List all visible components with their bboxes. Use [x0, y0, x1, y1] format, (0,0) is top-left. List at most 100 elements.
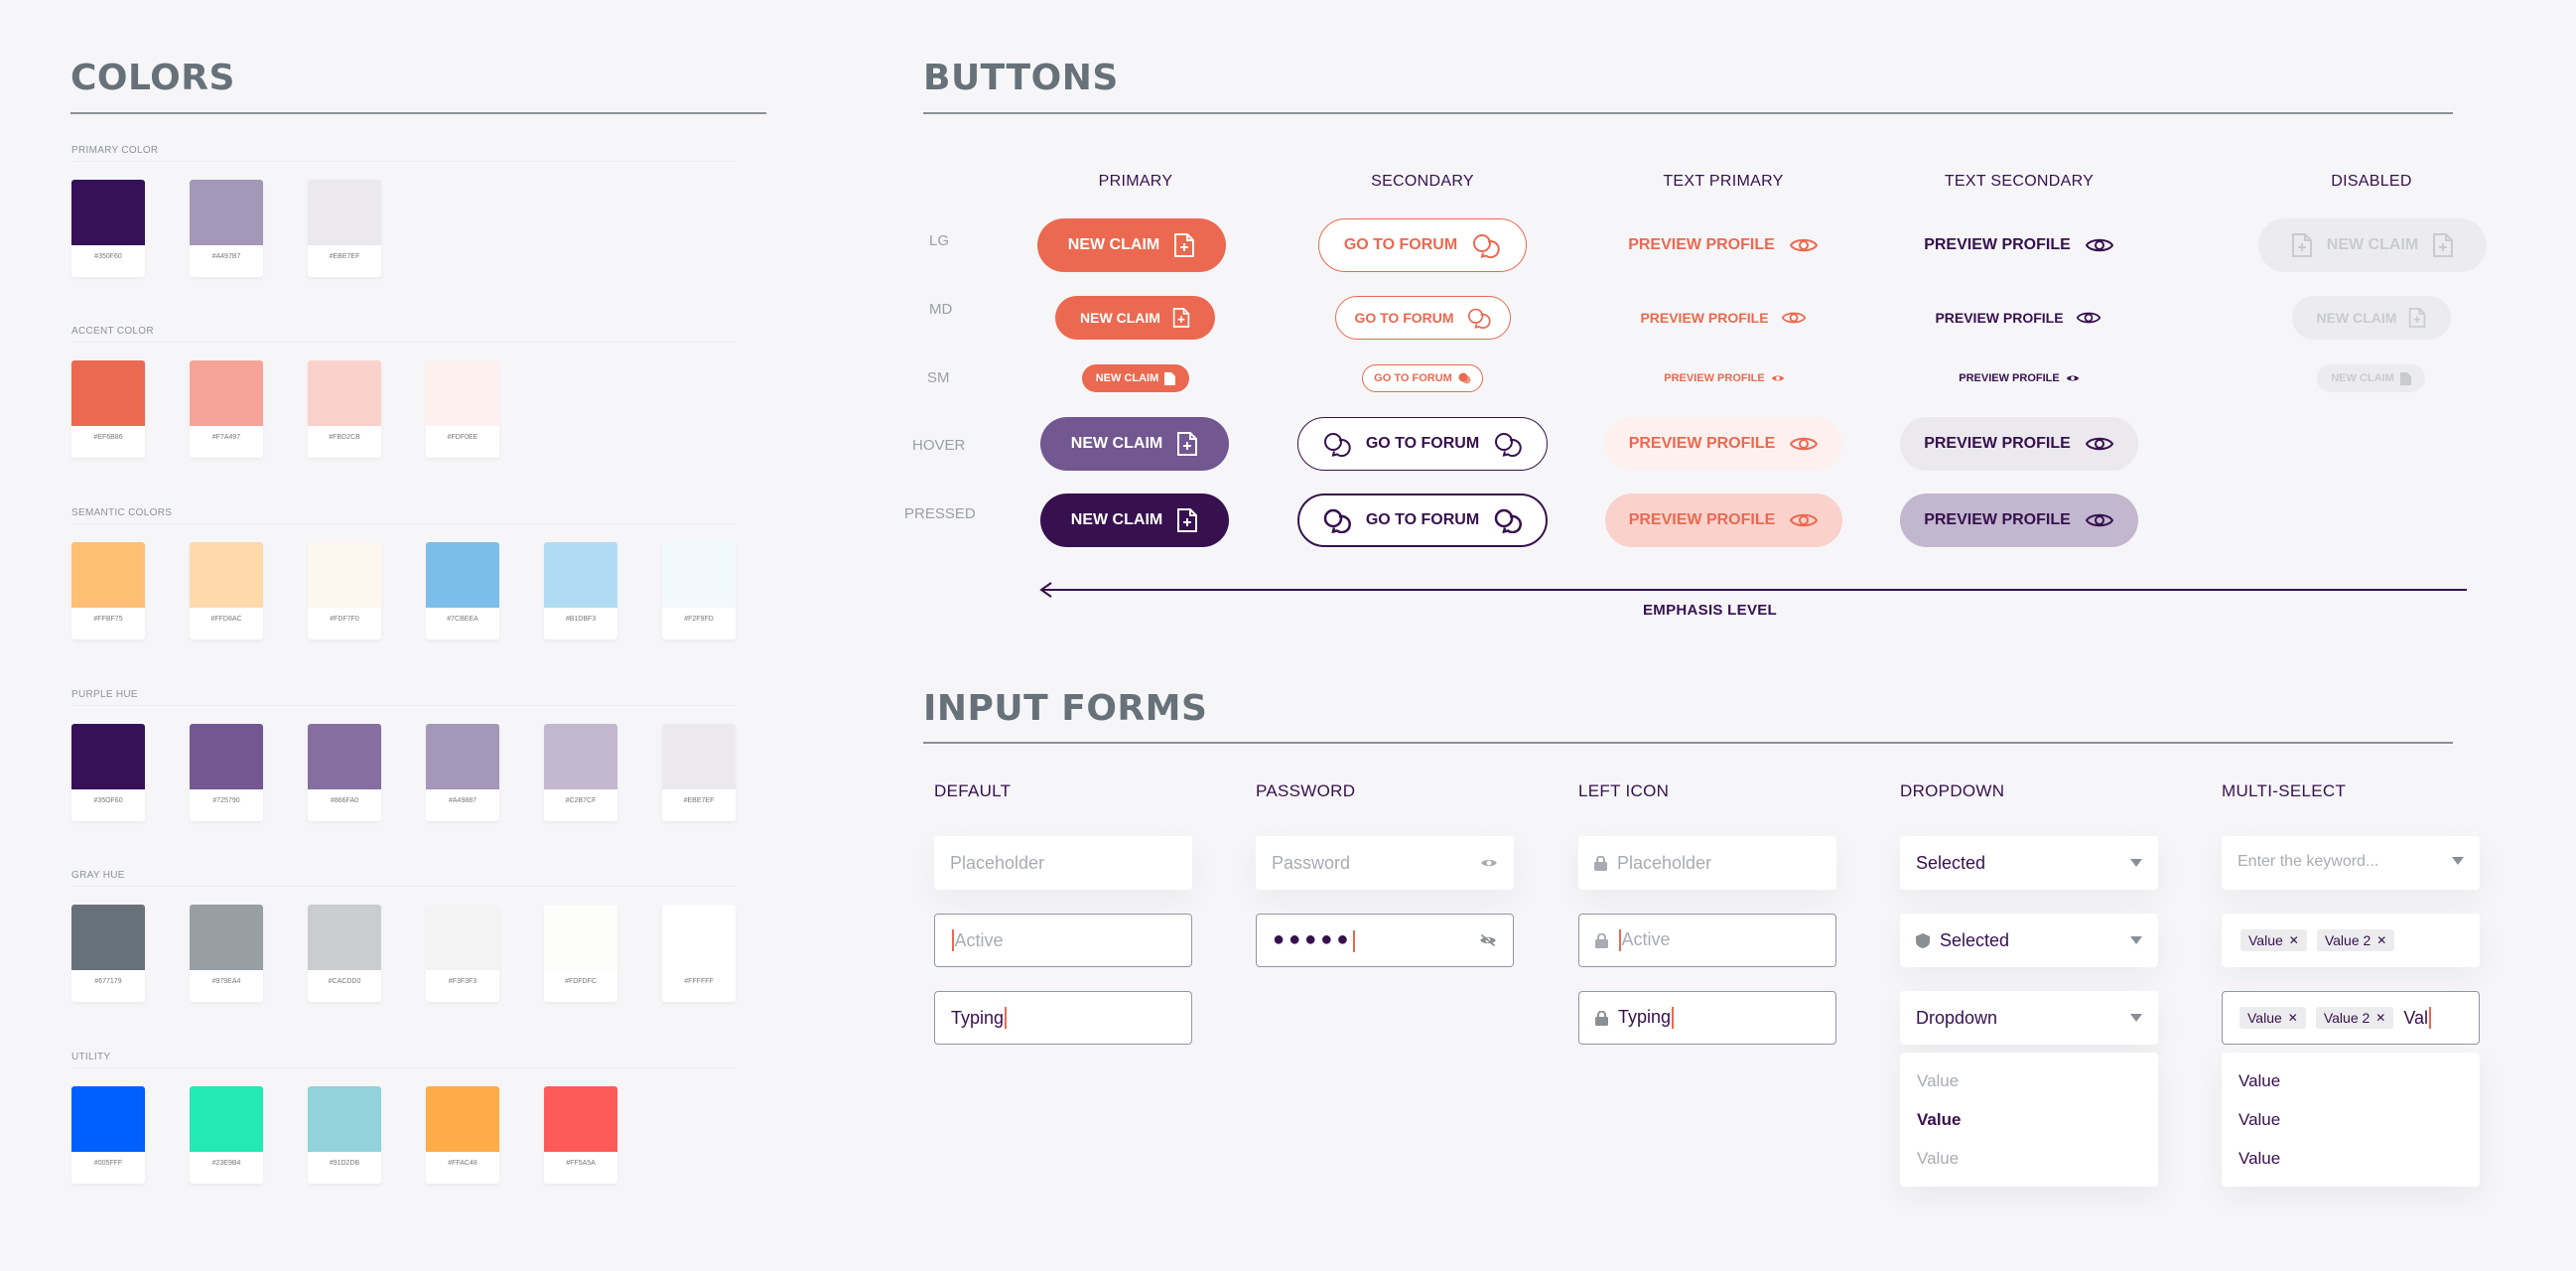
preview-profile-text-secondary-sm[interactable]: PREVIEW PROFILE — [1950, 364, 2089, 392]
placeholder-text: Active — [954, 929, 1004, 950]
left-icon-input-active[interactable]: Active — [1578, 914, 1836, 967]
close-icon[interactable]: ✕ — [2288, 1011, 2298, 1025]
preview-profile-text-primary-md[interactable]: PREVIEW PROFILE — [1628, 296, 1819, 340]
dropdown-selected[interactable]: Selected — [1900, 836, 2158, 890]
preview-profile-text-secondary-md[interactable]: PREVIEW PROFILE — [1923, 296, 2113, 340]
lock-icon — [1595, 1010, 1608, 1026]
close-icon[interactable]: ✕ — [2289, 933, 2299, 947]
form-head-password: PASSWORD — [1256, 781, 1356, 800]
preview-profile-text-primary-hover[interactable]: PREVIEW PROFILE — [1605, 417, 1842, 471]
password-input-empty[interactable]: Password — [1256, 836, 1514, 890]
dropdown-value: Dropdown — [1916, 1007, 1998, 1028]
color-group-label: GRAY HUE — [71, 870, 125, 881]
eye-icon[interactable] — [1480, 857, 1498, 869]
close-icon[interactable]: ✕ — [2375, 1011, 2385, 1025]
default-input-typing[interactable]: Typing — [934, 991, 1192, 1045]
new-claim-button-hover[interactable]: NEW CLAIM — [1040, 417, 1229, 471]
eye-icon — [1781, 312, 1806, 324]
chat-bubbles-icon — [1467, 308, 1491, 329]
text-caret — [952, 929, 954, 951]
new-claim-button-lg[interactable]: NEW CLAIM — [1037, 218, 1226, 272]
color-hex-label: #FDF0EE — [447, 434, 478, 441]
value-chip[interactable]: Value 2 ✕ — [2315, 1007, 2394, 1029]
color-hex-label: #F2F9FD — [684, 616, 714, 623]
color-chip — [662, 542, 736, 608]
preview-profile-text-secondary-lg[interactable]: PREVIEW PROFILE — [1906, 218, 2132, 272]
preview-profile-text-primary-sm[interactable]: PREVIEW PROFILE — [1655, 364, 1794, 392]
placeholder-text: Placeholder — [950, 852, 1045, 873]
default-input-active[interactable]: Active — [934, 914, 1192, 967]
go-to-forum-button-sm[interactable]: GO TO FORUM — [1362, 364, 1483, 392]
color-chip — [426, 542, 499, 608]
go-to-forum-button-lg[interactable]: GO TO FORUM — [1318, 218, 1527, 272]
color-group-label: PRIMARY COLOR — [71, 145, 159, 156]
button-label: GO TO FORUM — [1354, 310, 1454, 326]
color-chip — [426, 905, 499, 970]
emphasis-arrow-line — [1042, 589, 2467, 591]
password-input-filled[interactable]: ●●●●● — [1256, 914, 1514, 967]
color-hex-label: #F7A497 — [211, 434, 241, 441]
button-label: GO TO FORUM — [1343, 236, 1458, 253]
go-to-forum-button-md[interactable]: GO TO FORUM — [1335, 296, 1511, 340]
button-label: PREVIEW PROFILE — [1664, 372, 1765, 384]
multiselect-empty[interactable]: Enter the keyword... — [2222, 836, 2480, 890]
caret-down-icon — [2130, 859, 2142, 867]
close-icon[interactable]: ✕ — [2376, 933, 2386, 947]
color-hex-label: #F3F3F3 — [448, 978, 477, 985]
caret-down-icon — [2130, 936, 2142, 944]
color-swatch: #F2F9FD — [662, 542, 736, 639]
lock-icon — [1595, 932, 1608, 948]
color-swatch: #35OF60 — [71, 724, 145, 821]
value-chip[interactable]: Value ✕ — [2239, 1007, 2306, 1029]
color-chip — [308, 1086, 381, 1152]
value-chip[interactable]: Value ✕ — [2240, 929, 2307, 951]
value-chip[interactable]: Value 2 ✕ — [2316, 929, 2395, 951]
input-value: Val — [2403, 1007, 2429, 1028]
button-label: NEW CLAIM — [2326, 236, 2419, 253]
chat-bubbles-icon — [1495, 433, 1522, 457]
eye-off-icon[interactable] — [1479, 933, 1497, 947]
left-icon-input-empty[interactable]: Placeholder — [1578, 836, 1836, 890]
go-to-forum-button-hover[interactable]: GO TO FORUM — [1297, 417, 1548, 471]
go-to-forum-button-pressed[interactable]: GO TO FORUM — [1297, 494, 1548, 547]
multiselect-option[interactable]: Value — [2222, 1139, 2480, 1178]
preview-profile-text-primary-lg[interactable]: PREVIEW PROFILE — [1610, 218, 1836, 272]
color-chip — [308, 724, 381, 789]
color-chip — [71, 724, 145, 789]
eye-icon — [1789, 238, 1818, 252]
color-chip — [190, 180, 263, 245]
dropdown-option[interactable]: Value — [1900, 1061, 2158, 1100]
dropdown-option[interactable]: Value — [1900, 1100, 2158, 1139]
dropdown-open[interactable]: Dropdown — [1900, 991, 2158, 1045]
color-swatch: #979EA4 — [190, 905, 263, 1002]
color-chip — [308, 360, 381, 426]
new-claim-button-md[interactable]: NEW CLAIM — [1055, 296, 1215, 340]
chip-label: Value — [2248, 932, 2283, 948]
dropdown-value: Selected — [1916, 852, 1986, 873]
placeholder-text: Placeholder — [1617, 852, 1712, 873]
preview-profile-text-primary-pressed[interactable]: PREVIEW PROFILE — [1605, 494, 1842, 547]
multiselect-option[interactable]: Value — [2222, 1061, 2480, 1100]
left-icon-input-typing[interactable]: Typing — [1578, 991, 1836, 1045]
button-label: NEW CLAIM — [1070, 435, 1163, 452]
file-plus-icon — [1174, 233, 1195, 257]
chat-bubbles-icon — [1494, 508, 1523, 533]
preview-profile-text-secondary-hover[interactable]: PREVIEW PROFILE — [1900, 417, 2138, 471]
multiselect-chips[interactable]: Value ✕ Value 2 ✕ — [2222, 914, 2480, 967]
multiselect-option[interactable]: Value — [2222, 1100, 2480, 1139]
new-claim-button-pressed[interactable]: NEW CLAIM — [1040, 494, 1229, 547]
dropdown-selected-icon[interactable]: Selected — [1900, 914, 2158, 967]
col-head-text-secondary: TEXT SECONDARY — [1944, 173, 2095, 190]
default-input-empty[interactable]: Placeholder — [934, 836, 1192, 890]
preview-profile-text-secondary-pressed[interactable]: PREVIEW PROFILE — [1900, 494, 2138, 547]
file-plus-icon — [1172, 308, 1190, 328]
new-claim-button-sm[interactable]: NEW CLAIM — [1082, 364, 1189, 392]
dropdown-option[interactable]: Value — [1900, 1139, 2158, 1178]
row-head-md: MD — [929, 301, 953, 318]
color-swatch: #FDFDFC — [544, 905, 617, 1002]
shield-icon — [1916, 932, 1930, 948]
multiselect-typing[interactable]: Value ✕ Value 2 ✕ Val — [2222, 991, 2480, 1045]
new-claim-disabled-sm: NEW CLAIM — [2317, 364, 2425, 392]
placeholder-text: Password — [1272, 852, 1351, 873]
color-chip — [544, 1086, 617, 1152]
